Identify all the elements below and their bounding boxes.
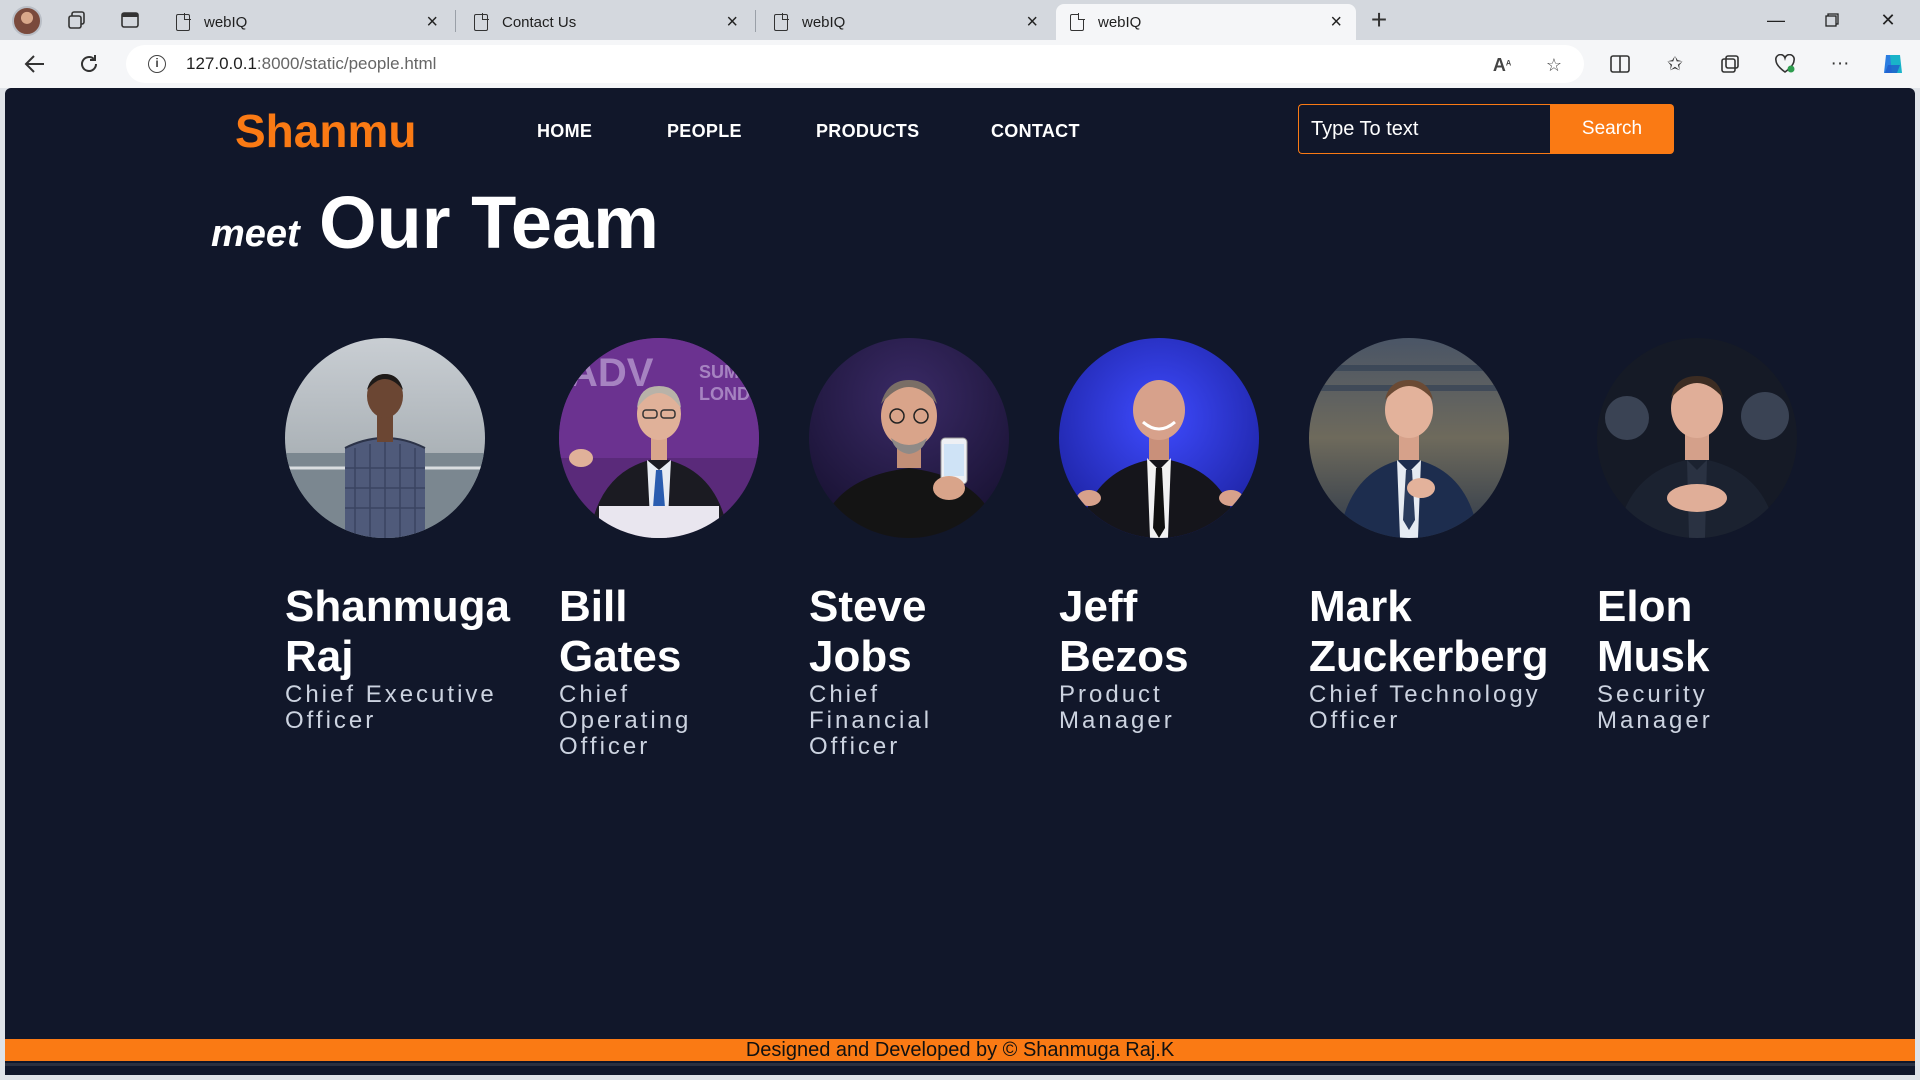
- favorites-icon[interactable]: ✩: [1662, 52, 1688, 76]
- minimize-button[interactable]: —: [1748, 0, 1804, 40]
- member-name: Elon Musk: [1597, 582, 1797, 682]
- tab-webiq-1[interactable]: webIQ ×: [162, 4, 452, 40]
- read-aloud-icon[interactable]: Aᴬ: [1490, 54, 1514, 76]
- svg-text:SUM: SUM: [699, 362, 739, 382]
- profile-avatar[interactable]: [12, 6, 42, 36]
- member-photo: [1059, 338, 1259, 538]
- close-icon[interactable]: ×: [1026, 12, 1038, 32]
- browser-toolbar: i 127.0.0.1:8000/static/people.html Aᴬ ☆…: [0, 40, 1920, 88]
- member-role: Chief Operating Officer: [559, 681, 692, 760]
- member-first-name: Shanmuga: [285, 582, 510, 631]
- member-photo: [809, 338, 1009, 538]
- member-photo: [1597, 338, 1797, 538]
- member-last-name: Zuckerberg: [1309, 632, 1549, 681]
- tab-webiq-active[interactable]: webIQ ×: [1056, 4, 1356, 40]
- tab-actions-icon[interactable]: [117, 8, 143, 32]
- browser-tab-strip: webIQ × Contact Us × webIQ × webIQ × + —…: [0, 0, 1920, 40]
- browser-essentials-icon[interactable]: [1772, 52, 1798, 76]
- member-last-name: Bezos: [1059, 632, 1189, 681]
- heading-our-team: Our Team: [319, 181, 659, 264]
- page-viewport: Shanmu HOME PEOPLE PRODUCTS CONTACT Sear…: [5, 88, 1915, 1075]
- nav-products[interactable]: PRODUCTS: [816, 121, 919, 142]
- member-first-name: Elon: [1597, 582, 1693, 631]
- member-role: Chief Executive Officer: [285, 681, 497, 734]
- nav-home[interactable]: HOME: [537, 121, 592, 142]
- tab-divider: [455, 10, 456, 32]
- nav-contact[interactable]: CONTACT: [991, 121, 1080, 142]
- more-options-icon[interactable]: ···: [1827, 52, 1853, 76]
- close-icon[interactable]: ×: [426, 12, 438, 32]
- member-last-name: Musk: [1597, 632, 1710, 681]
- back-icon[interactable]: [20, 50, 50, 78]
- member-photo: ADV SUM LOND: [559, 338, 759, 538]
- footer-divider: [5, 1063, 1915, 1066]
- member-first-name: Jeff: [1059, 582, 1138, 631]
- member-photo: [1309, 338, 1509, 538]
- page-icon: [774, 12, 789, 31]
- new-tab-button[interactable]: +: [1364, 4, 1394, 36]
- site-logo[interactable]: Shanmu: [235, 104, 416, 158]
- site-footer: Designed and Developed by © Shanmuga Raj…: [5, 1039, 1915, 1061]
- workspaces-icon[interactable]: [64, 8, 90, 32]
- team-member-card: Shanmuga Raj Chief Executive Officer: [285, 338, 510, 734]
- team-member-card: Jeff Bezos Product Manager: [1059, 338, 1259, 734]
- svg-text:ADV: ADV: [569, 351, 654, 395]
- collections-icon[interactable]: [1717, 52, 1743, 76]
- member-name: Shanmuga Raj: [285, 582, 510, 682]
- page-icon: [1070, 12, 1085, 31]
- heading-meet: meet: [211, 213, 300, 255]
- split-screen-icon[interactable]: [1607, 52, 1633, 76]
- favorite-star-icon[interactable]: ☆: [1542, 54, 1566, 76]
- member-name: Steve Jobs: [809, 582, 1009, 682]
- member-photo: [285, 338, 485, 538]
- member-last-name: Raj: [285, 632, 354, 681]
- copilot-icon[interactable]: [1880, 52, 1906, 76]
- close-icon[interactable]: ×: [1330, 12, 1342, 32]
- member-first-name: Bill: [559, 582, 628, 631]
- url-path: :8000/static/people.html: [256, 54, 437, 73]
- member-first-name: Steve: [809, 582, 927, 631]
- refresh-icon[interactable]: [74, 50, 104, 78]
- tab-contact-us[interactable]: Contact Us ×: [460, 4, 752, 40]
- tab-title: webIQ: [802, 13, 846, 31]
- close-icon[interactable]: ×: [726, 12, 738, 32]
- member-last-name: Jobs: [809, 632, 912, 681]
- member-last-name: Gates: [559, 632, 682, 681]
- tab-title: Contact Us: [502, 13, 577, 31]
- team-member-card: Steve Jobs Chief Financial Officer: [809, 338, 1009, 760]
- search-input[interactable]: [1298, 104, 1550, 154]
- page-icon: [474, 12, 489, 31]
- member-role: Product Manager: [1059, 681, 1175, 734]
- member-role: Chief Financial Officer: [809, 681, 933, 760]
- search-button[interactable]: Search: [1550, 104, 1674, 154]
- member-name: Mark Zuckerberg: [1309, 582, 1569, 682]
- tab-divider: [755, 10, 756, 32]
- svg-text:LOND: LOND: [699, 384, 750, 404]
- page-icon: [176, 12, 191, 31]
- member-first-name: Mark: [1309, 582, 1412, 631]
- tab-title: webIQ: [204, 13, 248, 31]
- address-bar[interactable]: i 127.0.0.1:8000/static/people.html Aᴬ ☆: [126, 45, 1584, 83]
- member-role: Chief Technology Officer: [1309, 681, 1541, 734]
- nav-people[interactable]: PEOPLE: [667, 121, 742, 142]
- url-host: 127.0.0.1: [186, 54, 257, 73]
- restore-button[interactable]: [1804, 0, 1860, 40]
- url-text: 127.0.0.1:8000/static/people.html: [186, 54, 436, 74]
- tab-title: webIQ: [1098, 13, 1142, 31]
- close-window-button[interactable]: ✕: [1860, 0, 1916, 40]
- tab-webiq-2[interactable]: webIQ ×: [760, 4, 1052, 40]
- team-member-card: Elon Musk Security Manager: [1597, 338, 1797, 734]
- team-member-card: ADV SUM LOND Bill Gates Chief Operating …: [559, 338, 759, 760]
- member-name: Bill Gates: [559, 582, 759, 682]
- site-info-icon[interactable]: i: [148, 55, 166, 73]
- member-role: Security Manager: [1597, 681, 1713, 734]
- team-member-card: Mark Zuckerberg Chief Technology Officer: [1309, 338, 1569, 734]
- member-name: Jeff Bezos: [1059, 582, 1259, 682]
